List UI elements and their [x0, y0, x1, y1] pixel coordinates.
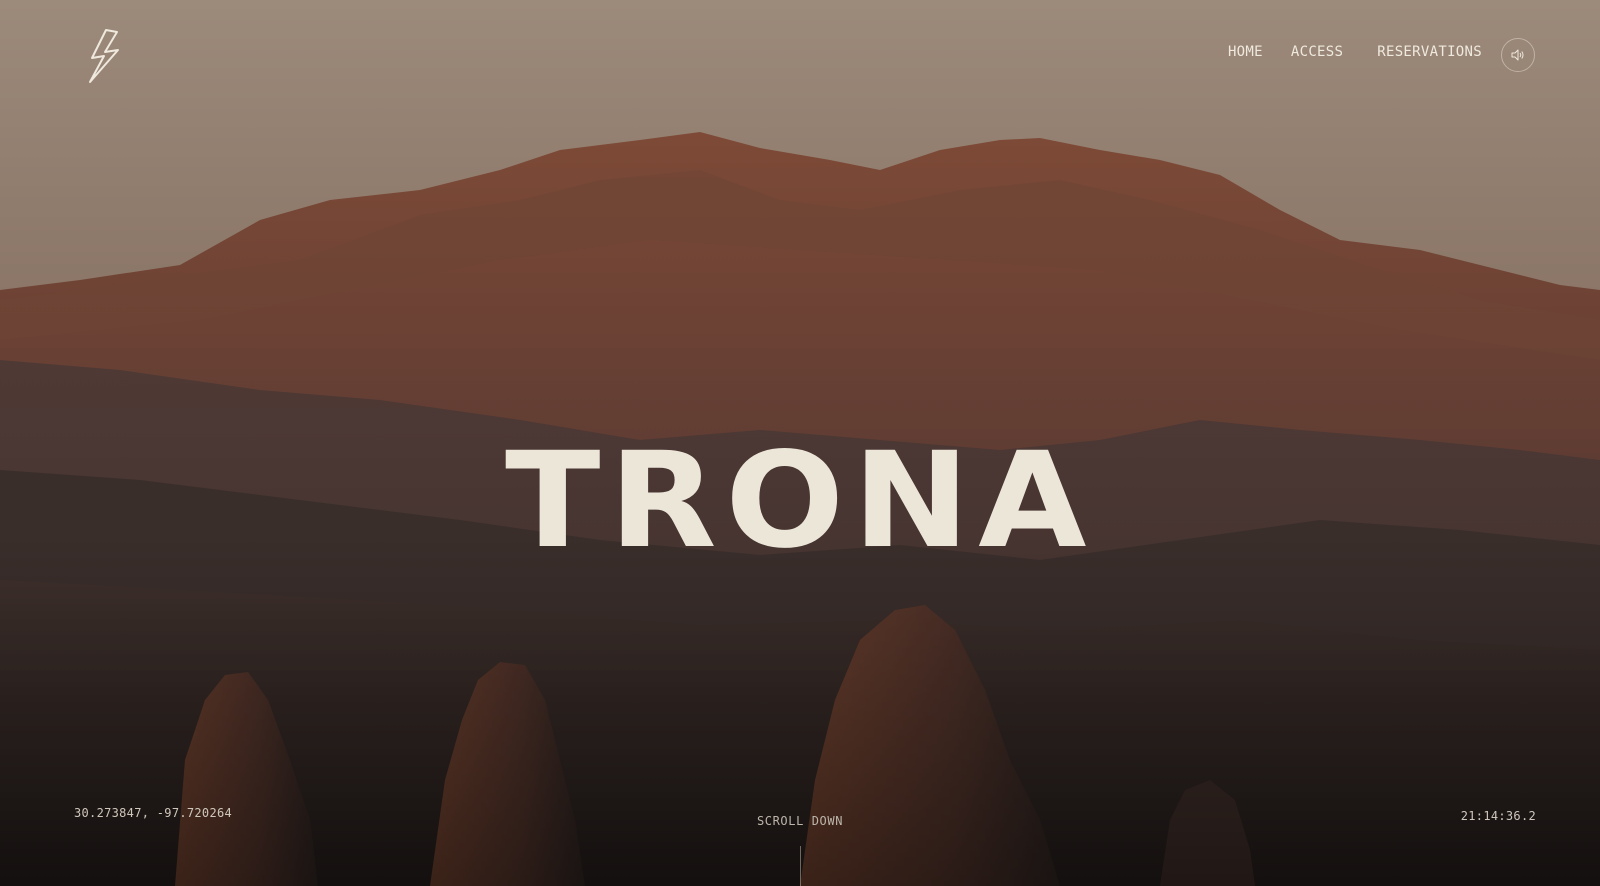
hero-title: TRONA — [505, 424, 1095, 579]
scroll-down-label[interactable]: SCROLL DOWN — [0, 814, 1600, 828]
nav-reservations-link[interactable]: RESERVATIONS — [1377, 44, 1482, 60]
nav-access-link[interactable]: ACCESS — [1291, 44, 1343, 60]
lightning-bolt-icon[interactable] — [84, 28, 124, 84]
main-nav: HOME ACCESS RESERVATIONS — [1228, 44, 1482, 60]
sound-toggle-button[interactable] — [1501, 38, 1535, 72]
nav-home-link[interactable]: HOME — [1228, 44, 1263, 60]
scroll-indicator-line — [800, 846, 801, 886]
top-navigation-bar: HOME ACCESS RESERVATIONS — [0, 0, 1600, 110]
speaker-icon — [1511, 46, 1525, 65]
time-readout: 21:14:36.2 — [1460, 809, 1536, 823]
